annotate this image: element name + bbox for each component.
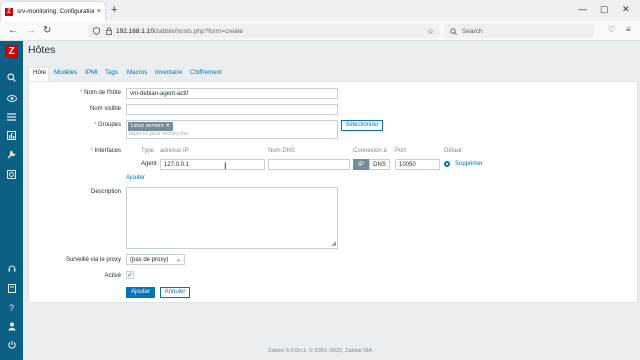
enabled-checkbox[interactable]: ✓ xyxy=(126,271,134,279)
connect-ip-toggle[interactable]: IP xyxy=(353,159,369,170)
remove-interface-link[interactable]: Supprimer xyxy=(455,161,483,167)
cancel-button[interactable]: Annuler xyxy=(160,287,190,298)
interfaces-connect-header: Connexion à xyxy=(353,148,387,154)
resize-handle-icon[interactable]: ◢ xyxy=(331,241,336,247)
page-title: Hôtes xyxy=(28,44,56,56)
interface-type: Agent xyxy=(141,161,157,167)
description-label: Description xyxy=(90,189,121,195)
new-tab-icon[interactable]: + xyxy=(111,4,117,16)
url-text: 192.168.1.10/zabbix/hosts.php?form=creat… xyxy=(116,27,244,35)
proxy-label: Surveillé via le proxy xyxy=(65,257,121,263)
zabbix-logo[interactable]: Z xyxy=(5,45,18,58)
search-icon[interactable] xyxy=(0,73,23,84)
interfaces-type-header: Type xyxy=(141,148,155,154)
groups-search-placeholder[interactable]: taper ici pour rechercher xyxy=(129,131,189,137)
browser-navbar: ← → ↻ 192.168.1.10/zabbix/hosts.php?form… xyxy=(0,21,640,41)
footer: Zabbix 5.0.0rc1. © 2001–2020, Zabbix SIA xyxy=(267,348,373,354)
enabled-label: Activé xyxy=(104,273,121,279)
configuration-wrench-icon[interactable] xyxy=(0,150,23,161)
shield-icon xyxy=(93,27,100,35)
reports-chart-icon[interactable] xyxy=(0,131,23,142)
maximize-icon[interactable]: ▢ xyxy=(600,4,609,15)
url-bar[interactable]: 192.168.1.10/zabbix/hosts.php?form=creat… xyxy=(88,24,440,38)
add-interface-link[interactable]: Ajouter xyxy=(126,175,145,181)
add-host-button[interactable]: Ajouter xyxy=(126,287,155,298)
minimize-icon[interactable]: — xyxy=(578,4,587,14)
help-icon[interactable]: ? xyxy=(0,303,23,313)
text-cursor-icon: I xyxy=(224,161,227,171)
tab-host[interactable]: Hôte xyxy=(33,69,46,76)
interface-port-input[interactable]: 10050 xyxy=(395,159,440,170)
visible-name-label: Nom visible xyxy=(89,106,121,112)
interface-ip-input[interactable]: 127.0.0.1 xyxy=(160,159,265,170)
groups-label: * Groupes xyxy=(93,122,121,128)
tab-templates[interactable]: Modèles xyxy=(54,69,77,76)
close-window-icon[interactable]: ✕ xyxy=(622,4,630,15)
search-placeholder: Search xyxy=(462,27,483,35)
share-icon[interactable] xyxy=(0,284,23,295)
hostname-label: * Nom de l'hôte xyxy=(80,90,121,96)
back-icon[interactable]: ← xyxy=(8,25,18,36)
interfaces-ip-header: adresse IP xyxy=(160,148,189,154)
forward-icon[interactable]: → xyxy=(26,25,36,36)
connect-dns-toggle[interactable]: DNS xyxy=(369,159,390,170)
tab-title: srv-monitoring: Configuration xyxy=(17,8,94,15)
user-icon[interactable] xyxy=(0,322,23,333)
hostname-input[interactable]: vm-debian-agent-actif xyxy=(126,88,338,99)
interfaces-label: * Interfaces xyxy=(90,148,121,154)
lock-icon xyxy=(106,27,112,35)
tab-close-icon[interactable]: × xyxy=(97,8,101,15)
tab-tags[interactable]: Tags xyxy=(105,69,118,76)
chevron-down-icon: ⌄ xyxy=(175,257,181,263)
monitoring-eye-icon[interactable] xyxy=(0,94,23,104)
inventory-list-icon[interactable] xyxy=(0,113,23,123)
remove-tag-icon[interactable]: ✕ xyxy=(165,123,170,129)
tab-inventory[interactable]: Inventaire xyxy=(155,69,182,76)
browser-search[interactable]: Search xyxy=(444,24,594,38)
bookmark-star-icon[interactable]: ☆ xyxy=(427,27,434,36)
select-groups-button[interactable]: Sélectionner xyxy=(341,120,383,131)
menu-icon[interactable]: ≡ xyxy=(626,25,631,34)
administration-icon[interactable] xyxy=(0,170,23,181)
zabbix-sidebar: Z ? xyxy=(0,41,23,360)
browser-tabstrip: Z srv-monitoring: Configuration × + — ▢ … xyxy=(0,0,640,21)
visible-name-input[interactable] xyxy=(126,104,338,115)
reload-icon[interactable]: ↻ xyxy=(43,25,51,36)
zabbix-favicon-icon: Z xyxy=(5,7,13,16)
form-tabs: Hôte Modèles IPMI Tags Macros Inventaire… xyxy=(28,67,638,81)
tab-ipmi[interactable]: IPMI xyxy=(85,69,98,76)
support-icon[interactable] xyxy=(0,265,23,275)
search-icon xyxy=(450,27,457,35)
interfaces-port-header: Port xyxy=(395,148,407,154)
interfaces-default-header: Défaut xyxy=(444,148,462,154)
proxy-select[interactable]: (pas de proxy) ⌄ xyxy=(126,254,185,265)
pocket-icon[interactable]: ♡ xyxy=(608,25,615,34)
default-interface-radio[interactable] xyxy=(444,161,450,167)
browser-tab[interactable]: Z srv-monitoring: Configuration × xyxy=(1,2,105,21)
description-textarea[interactable]: ◢ xyxy=(126,187,338,249)
tab-macros[interactable]: Macros xyxy=(127,69,147,76)
interfaces-dns-header: Nom DNS xyxy=(268,148,296,154)
interface-dns-input[interactable] xyxy=(268,159,350,170)
group-tag: Linux servers ✕ xyxy=(128,122,173,131)
tab-encryption[interactable]: Chiffrement xyxy=(190,69,222,76)
